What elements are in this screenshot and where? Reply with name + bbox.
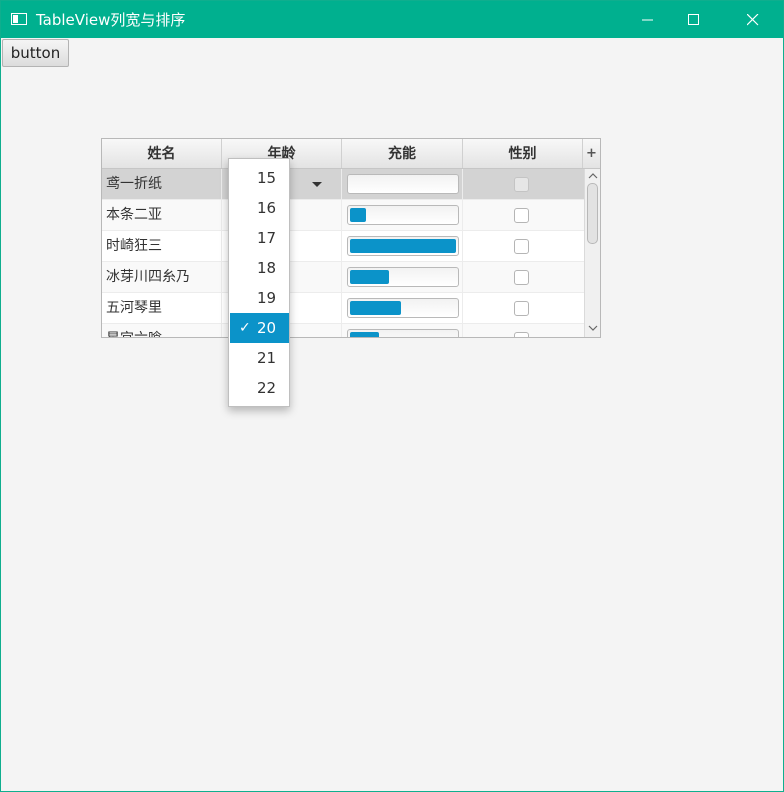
dropdown-option-label: 15 xyxy=(257,169,277,187)
column-menu-button[interactable]: + xyxy=(583,139,600,168)
dropdown-option[interactable]: 22 xyxy=(230,373,289,403)
charge-cell xyxy=(342,231,463,261)
progress-bar xyxy=(347,329,459,337)
scroll-thumb[interactable] xyxy=(587,183,598,244)
progress-bar xyxy=(347,236,459,256)
table-row[interactable]: 冰芽川四糸乃 xyxy=(102,262,584,293)
charge-cell xyxy=(342,262,463,292)
name-cell[interactable]: 鸢一折纸 xyxy=(102,169,222,199)
gender-cell xyxy=(463,262,584,292)
age-dropdown-list[interactable]: 15 16 17 18 19 ✓ 20 21 22 xyxy=(228,158,290,407)
progress-bar xyxy=(347,205,459,225)
name-cell[interactable]: 本条二亚 xyxy=(102,200,222,230)
minimize-icon xyxy=(642,19,653,21)
gender-cell xyxy=(463,231,584,261)
column-header-charge[interactable]: 充能 xyxy=(342,139,463,168)
dropdown-option-label: 18 xyxy=(257,259,277,277)
vertical-scrollbar[interactable] xyxy=(584,169,600,337)
dropdown-option[interactable]: 16 xyxy=(230,193,289,223)
gender-cell xyxy=(463,200,584,230)
gender-checkbox[interactable] xyxy=(514,301,529,316)
table-view[interactable]: 姓名 年龄 充能 性别 + 鸢一折纸本条二亚时崎狂三冰芽川四糸乃五河琴里星宫六喰 xyxy=(101,138,601,338)
dropdown-option-label: 21 xyxy=(257,349,277,367)
title-bar[interactable]: TableView列宽与排序 xyxy=(1,1,783,38)
gender-cell xyxy=(463,324,584,337)
gender-checkbox[interactable] xyxy=(514,239,529,254)
dropdown-option[interactable]: 19 xyxy=(230,283,289,313)
table-row[interactable]: 时崎狂三 xyxy=(102,231,584,262)
gender-checkbox[interactable] xyxy=(514,208,529,223)
table-row[interactable]: 星宫六喰 xyxy=(102,324,584,337)
dropdown-option-label: 20 xyxy=(257,319,277,337)
table-row[interactable]: 五河琴里 xyxy=(102,293,584,324)
dropdown-option-label: 16 xyxy=(257,199,277,217)
progress-bar xyxy=(347,267,459,287)
charge-cell xyxy=(342,324,463,337)
name-cell[interactable]: 冰芽川四糸乃 xyxy=(102,262,222,292)
close-button[interactable] xyxy=(730,1,776,38)
table-row[interactable]: 鸢一折纸 xyxy=(102,169,584,200)
combo-arrow-icon[interactable] xyxy=(312,182,322,187)
gender-checkbox[interactable] xyxy=(514,177,529,192)
scroll-up-icon xyxy=(588,173,598,179)
progress-fill xyxy=(350,270,389,284)
progress-fill xyxy=(350,208,366,222)
progress-bar xyxy=(347,298,459,318)
progress-fill xyxy=(350,239,456,253)
dropdown-option-label: 17 xyxy=(257,229,277,247)
dropdown-option-label: 22 xyxy=(257,379,277,397)
progress-fill xyxy=(350,301,401,315)
dropdown-option-label: 19 xyxy=(257,289,277,307)
name-cell[interactable]: 时崎狂三 xyxy=(102,231,222,261)
gender-cell xyxy=(463,293,584,323)
table-row[interactable]: 本条二亚 xyxy=(102,200,584,231)
progress-bar xyxy=(347,174,459,194)
maximize-icon xyxy=(688,14,699,25)
column-header-name[interactable]: 姓名 xyxy=(102,139,222,168)
main-button[interactable]: button xyxy=(2,39,69,67)
gender-checkbox[interactable] xyxy=(514,332,529,337)
table-header: 姓名 年龄 充能 性别 + xyxy=(102,139,600,169)
gender-checkbox[interactable] xyxy=(514,270,529,285)
charge-cell xyxy=(342,169,463,199)
minimize-button[interactable] xyxy=(625,1,671,38)
dropdown-option[interactable]: ✓ 20 xyxy=(230,313,289,343)
charge-cell xyxy=(342,200,463,230)
table-body: 鸢一折纸本条二亚时崎狂三冰芽川四糸乃五河琴里星宫六喰 xyxy=(102,169,584,337)
window-title: TableView列宽与排序 xyxy=(36,11,186,29)
name-cell[interactable]: 五河琴里 xyxy=(102,293,222,323)
dropdown-option[interactable]: 21 xyxy=(230,343,289,373)
application-window: TableView列宽与排序 xyxy=(0,0,784,792)
dropdown-option[interactable]: 17 xyxy=(230,223,289,253)
name-cell[interactable]: 星宫六喰 xyxy=(102,324,222,337)
scroll-down-icon xyxy=(588,325,598,331)
maximize-button[interactable] xyxy=(671,1,717,38)
close-icon xyxy=(747,14,759,26)
app-icon xyxy=(11,13,27,25)
dropdown-option[interactable]: 18 xyxy=(230,253,289,283)
gender-cell xyxy=(463,169,584,199)
check-icon: ✓ xyxy=(239,320,251,336)
dropdown-option[interactable]: 15 xyxy=(230,163,289,193)
column-header-gender[interactable]: 性别 xyxy=(463,139,583,168)
charge-cell xyxy=(342,293,463,323)
progress-fill xyxy=(350,332,379,337)
